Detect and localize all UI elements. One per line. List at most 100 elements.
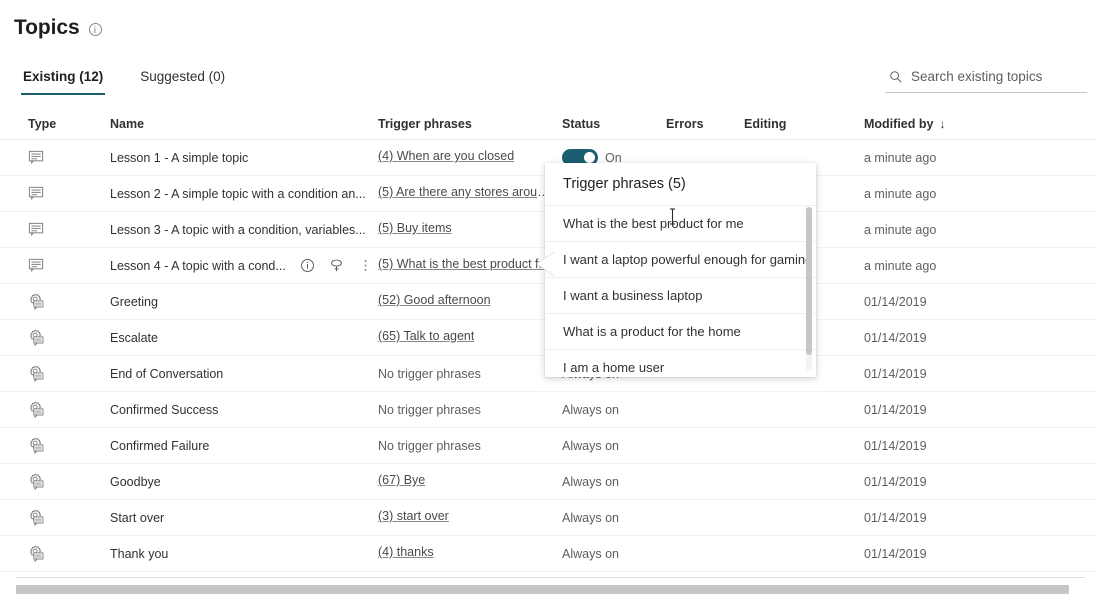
cell-trigger-phrases: (5) What is the best product f...	[378, 257, 562, 274]
topic-name[interactable]: Lesson 4 - A topic with a cond...	[110, 259, 286, 273]
topic-name[interactable]: Thank you	[110, 547, 168, 561]
system-topic-icon	[28, 545, 110, 562]
system-topic-icon	[28, 365, 110, 382]
column-header-modified[interactable]: Modified by ↓	[864, 117, 1064, 131]
column-header-errors[interactable]: Errors	[666, 117, 744, 131]
column-header-trigger[interactable]: Trigger phrases	[378, 117, 562, 131]
table-row[interactable]: Thank you (4) thanks Always on 01/14/2019	[0, 536, 1097, 572]
modified-by-value: a minute ago	[864, 222, 937, 237]
callout-phrase-item[interactable]: I want a laptop powerful enough for gami…	[545, 241, 816, 277]
tab-suggested[interactable]: Suggested (0)	[138, 68, 227, 95]
trigger-phrases-empty: No trigger phrases	[378, 438, 481, 453]
topic-name[interactable]: Confirmed Success	[110, 403, 218, 417]
topic-icon	[28, 221, 110, 238]
test-bot-icon[interactable]	[329, 258, 344, 273]
page-title-row: Topics	[14, 14, 102, 42]
cell-trigger-phrases: (5) Are there any stores aroun...	[378, 185, 562, 202]
column-header-name[interactable]: Name	[110, 117, 378, 131]
cell-type	[0, 509, 110, 526]
search-box[interactable]: Search existing topics	[885, 68, 1087, 93]
search-input[interactable]: Search existing topics	[911, 68, 1042, 86]
trigger-phrases-link[interactable]: (3) start over	[378, 509, 449, 523]
cell-modified-by: 01/14/2019	[864, 547, 1064, 561]
cell-type	[0, 185, 110, 202]
cell-name: Escalate	[110, 331, 378, 345]
table-row[interactable]: Confirmed Failure No trigger phrases Alway…	[0, 428, 1097, 464]
cell-name: Thank you	[110, 547, 378, 561]
cell-name: Lesson 3 - A topic with a condition, var…	[110, 223, 378, 237]
topic-name[interactable]: Greeting	[110, 295, 158, 309]
cell-modified-by: 01/14/2019	[864, 295, 1064, 309]
callout-phrase-item[interactable]: I want a business laptop	[545, 277, 816, 313]
search-icon	[889, 70, 903, 84]
cell-trigger-phrases: No trigger phrases	[378, 439, 562, 453]
cell-type	[0, 545, 110, 562]
topic-name[interactable]: Confirmed Failure	[110, 439, 209, 453]
topic-name[interactable]: Lesson 3 - A topic with a condition, var…	[110, 223, 366, 237]
trigger-phrases-link[interactable]: (4) thanks	[378, 545, 434, 559]
cell-modified-by: a minute ago	[864, 187, 1064, 201]
cell-status: Always on	[562, 547, 666, 561]
cell-trigger-phrases: (67) Bye	[378, 473, 562, 490]
info-icon[interactable]	[88, 22, 102, 36]
cell-modified-by: 01/14/2019	[864, 403, 1064, 417]
cell-status: Always on	[562, 439, 666, 453]
cell-trigger-phrases: (5) Buy items	[378, 221, 562, 238]
more-options-icon[interactable]	[358, 258, 373, 273]
cell-trigger-phrases: No trigger phrases	[378, 403, 562, 417]
trigger-phrases-link[interactable]: (5) What is the best product f...	[378, 257, 549, 271]
cell-name: Lesson 2 - A simple topic with a conditi…	[110, 187, 378, 201]
cell-trigger-phrases: (4) When are you closed	[378, 149, 562, 166]
table-row[interactable]: Start over (3) start over Always on 01/14/2…	[0, 500, 1097, 536]
topics-page: Topics Existing (12) Suggested (0) Searc…	[0, 0, 1097, 613]
column-header-type[interactable]: Type	[0, 117, 110, 131]
topic-name[interactable]: Lesson 2 - A simple topic with a conditi…	[110, 187, 366, 201]
modified-by-value: 01/14/2019	[864, 330, 927, 345]
trigger-phrases-link[interactable]: (65) Talk to agent	[378, 329, 474, 343]
status-label: Always on	[562, 402, 619, 417]
sort-descending-icon: ↓	[939, 116, 946, 131]
modified-by-value: a minute ago	[864, 186, 937, 201]
system-topic-icon	[28, 401, 110, 418]
modified-by-value: 01/14/2019	[864, 402, 927, 417]
topic-name[interactable]: End of Conversation	[110, 367, 223, 381]
table-row[interactable]: Confirmed Success No trigger phrases Alway…	[0, 392, 1097, 428]
trigger-phrases-link[interactable]: (67) Bye	[378, 473, 425, 487]
column-header-status[interactable]: Status	[562, 117, 666, 131]
trigger-phrases-link[interactable]: (5) Are there any stores aroun...	[378, 185, 554, 199]
topic-name[interactable]: Lesson 1 - A simple topic	[110, 151, 248, 165]
horizontal-scrollbar-thumb[interactable]	[16, 585, 1069, 594]
column-header-editing[interactable]: Editing	[744, 117, 864, 131]
cell-type	[0, 221, 110, 238]
cell-trigger-phrases: (65) Talk to agent	[378, 329, 562, 346]
callout-scrollbar-track[interactable]	[806, 207, 812, 371]
cell-name: End of Conversation	[110, 367, 378, 381]
info-icon[interactable]	[300, 258, 315, 273]
cell-type	[0, 473, 110, 490]
topic-name[interactable]: Escalate	[110, 331, 158, 345]
tab-existing[interactable]: Existing (12)	[21, 68, 106, 95]
status-label: Always on	[562, 438, 619, 453]
status-label: Always on	[562, 474, 619, 489]
callout-phrase-item[interactable]: What is a product for the home	[545, 313, 816, 349]
topic-icon	[28, 257, 110, 274]
cell-status: Always on	[562, 511, 666, 525]
cell-trigger-phrases: No trigger phrases	[378, 367, 562, 381]
trigger-phrases-link[interactable]: (4) When are you closed	[378, 149, 514, 163]
cell-modified-by: a minute ago	[864, 223, 1064, 237]
topic-name[interactable]: Goodbye	[110, 475, 161, 489]
cell-modified-by: 01/14/2019	[864, 367, 1064, 381]
trigger-phrases-link[interactable]: (5) Buy items	[378, 221, 452, 235]
trigger-phrases-empty: No trigger phrases	[378, 366, 481, 381]
topic-name[interactable]: Start over	[110, 511, 164, 525]
system-topic-icon	[28, 509, 110, 526]
cell-type	[0, 257, 110, 274]
trigger-phrases-link[interactable]: (52) Good afternoon	[378, 293, 491, 307]
callout-scrollbar-thumb[interactable]	[806, 207, 812, 355]
cell-type	[0, 401, 110, 418]
callout-phrase-item[interactable]: What is the best product for me	[545, 205, 816, 241]
cell-name: Goodbye	[110, 475, 378, 489]
modified-by-value: a minute ago	[864, 258, 937, 273]
table-row[interactable]: Goodbye (67) Bye Always on 01/14/2019	[0, 464, 1097, 500]
callout-phrase-item[interactable]: I am a home user	[545, 349, 816, 377]
